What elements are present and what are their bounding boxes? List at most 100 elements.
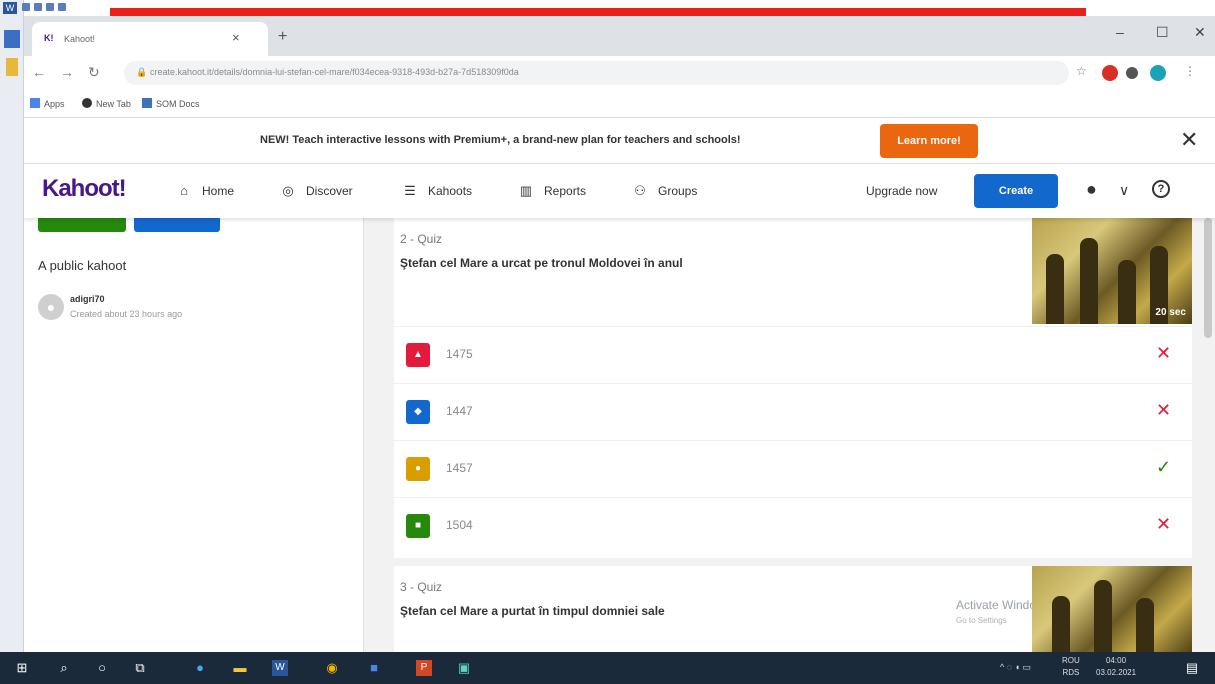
- clock[interactable]: 04:00 03.02.2021: [1096, 655, 1136, 679]
- app-icon[interactable]: ■: [366, 660, 382, 676]
- avatar[interactable]: ●: [38, 294, 64, 320]
- page-viewport: NEW! Teach interactive lessons with Prem…: [24, 118, 1215, 652]
- customize-icon[interactable]: [58, 3, 66, 11]
- banner-close-icon[interactable]: ✕: [1180, 127, 1198, 153]
- compass-icon: ◎: [282, 183, 294, 198]
- undo-icon[interactable]: [34, 3, 42, 11]
- som-icon: [142, 98, 152, 108]
- answer-row: ● 1457 ✓: [394, 440, 1192, 496]
- forward-icon[interactable]: →: [60, 64, 74, 80]
- home-icon: ⌂: [180, 183, 188, 198]
- word-window-edge: W: [0, 0, 24, 652]
- url-text: create.kahoot.it/details/domnia-lui-stef…: [150, 67, 519, 77]
- create-button[interactable]: Create: [974, 174, 1058, 208]
- window-close-icon[interactable]: ✕: [1194, 24, 1206, 41]
- answer-text: 1504: [446, 518, 473, 532]
- bookmarks-bar: Apps New Tab SOM Docs: [24, 90, 1215, 118]
- incorrect-icon: ✕: [1156, 400, 1172, 420]
- help-icon[interactable]: ?: [1152, 180, 1170, 198]
- answer-text: 1457: [446, 461, 473, 475]
- notifications-icon[interactable]: ▤: [1184, 660, 1200, 676]
- reload-icon[interactable]: ↻: [88, 64, 100, 81]
- username[interactable]: adigri70: [70, 294, 105, 304]
- bookmark-new-tab[interactable]: New Tab: [82, 98, 131, 109]
- promo-banner: NEW! Teach interactive lessons with Prem…: [24, 118, 1215, 164]
- language-indicator[interactable]: ROU RDS: [1062, 655, 1080, 679]
- user-icon[interactable]: ●: [1086, 179, 1097, 200]
- lock-icon[interactable]: 🔒: [136, 67, 147, 78]
- system-tray-icons[interactable]: ^ ◌ ◖ ▭: [1000, 662, 1031, 673]
- kahoot-details-panel: A public kahoot ● adigri70 Created about…: [24, 210, 364, 652]
- nav-home[interactable]: ⌂ Home: [176, 183, 234, 198]
- correct-check-icon: ✓: [1156, 457, 1172, 477]
- tab-close-icon[interactable]: ×: [232, 30, 240, 45]
- maximize-icon[interactable]: ☐: [1156, 24, 1169, 41]
- extension-icon-red[interactable]: [1102, 65, 1118, 81]
- answer-row: ■ 1504 ✕: [394, 497, 1192, 553]
- visibility-label: A public kahoot: [38, 258, 127, 273]
- incorrect-icon: ✕: [1156, 343, 1172, 363]
- triangle-icon: ▲: [406, 343, 430, 367]
- minimize-icon[interactable]: –: [1116, 24, 1124, 40]
- reports-chart-icon: ▥: [519, 183, 533, 198]
- list-icon: ☰: [404, 183, 416, 198]
- nav-groups[interactable]: ⚇ Groups: [632, 183, 697, 199]
- bookmark-apps[interactable]: Apps: [30, 98, 65, 109]
- circle-icon: ●: [406, 457, 430, 481]
- answer-row: ▲ 1475 ✕: [394, 326, 1192, 382]
- image-figure: [1052, 596, 1070, 652]
- back-icon[interactable]: ←: [32, 64, 46, 80]
- answer-text: 1475: [446, 347, 473, 361]
- image-figure: [1046, 254, 1064, 324]
- powerpoint-icon[interactable]: P: [416, 660, 432, 676]
- new-tab-icon[interactable]: +: [278, 28, 287, 46]
- nav-kahoots[interactable]: ☰ Kahoots: [402, 183, 472, 199]
- kahoot-favicon-icon: K!: [44, 33, 54, 43]
- word-taskbar-icon[interactable]: W: [272, 660, 288, 676]
- bookmark-star-icon[interactable]: ☆: [1076, 64, 1087, 78]
- apps-grid-icon: [30, 98, 40, 108]
- kahoot-logo[interactable]: Kahoot!: [42, 175, 127, 203]
- file-explorer-icon[interactable]: ▬: [232, 660, 248, 676]
- question-card[interactable]: 3 - Quiz Ştefan cel Mare a purtat în tim…: [394, 566, 1192, 652]
- windows-start-icon[interactable]: ⊞: [14, 660, 30, 676]
- search-icon[interactable]: ⌕: [56, 660, 72, 676]
- square-icon: ■: [406, 514, 430, 538]
- browser-menu-icon[interactable]: ⋮: [1184, 64, 1196, 78]
- browser-tab[interactable]: K! Kahoot! ×: [32, 22, 268, 56]
- question-card[interactable]: 2 - Quiz Ştefan cel Mare a urcat pe tron…: [394, 218, 1192, 558]
- learn-more-button[interactable]: Learn more!: [880, 124, 978, 158]
- save-icon[interactable]: [22, 3, 30, 11]
- tab-title: Kahoot!: [64, 34, 96, 44]
- nav-reports[interactable]: ▥ Reports: [518, 183, 586, 199]
- image-figure: [1136, 598, 1154, 652]
- question-image: 20 sec: [1032, 218, 1192, 324]
- edge-icon[interactable]: ●: [192, 660, 208, 676]
- windows-taskbar: ⊞ ⌕ ○ ⧉ ● ▬ W ◉ ■ P ▣ ^ ◌ ◖ ▭ ROU RDS 04:…: [0, 652, 1215, 684]
- upgrade-now-link[interactable]: Upgrade now: [866, 184, 937, 198]
- app-icon-2[interactable]: ▣: [456, 660, 472, 676]
- banner-message: NEW! Teach interactive lessons with Prem…: [260, 134, 741, 146]
- question-title: Ştefan cel Mare a purtat în timpul domni…: [400, 604, 665, 618]
- address-row: ← → ↻ 🔒 create.kahoot.it/details/domnia-…: [24, 56, 1215, 90]
- word-app-icon[interactable]: W: [3, 2, 17, 14]
- image-figure: [1080, 238, 1098, 324]
- cortana-icon[interactable]: ○: [94, 660, 110, 676]
- question-title: Ştefan cel Mare a urcat pe tronul Moldov…: [400, 256, 683, 270]
- page-scrollbar[interactable]: [1204, 218, 1212, 338]
- chrome-icon[interactable]: ◉: [324, 660, 340, 676]
- groups-icon: ⚇: [634, 183, 646, 198]
- created-time: Created about 23 hours ago: [70, 309, 183, 319]
- chevron-down-icon[interactable]: ∨: [1119, 182, 1129, 199]
- task-view-icon[interactable]: ⧉: [132, 660, 148, 676]
- answer-row: ◆ 1447 ✕: [394, 383, 1192, 439]
- image-figure: [1118, 260, 1136, 324]
- profile-icon[interactable]: [1150, 65, 1166, 81]
- time-limit-badge: 20 sec: [1155, 307, 1186, 318]
- nav-discover[interactable]: ◎ Discover: [280, 183, 352, 199]
- extensions-puzzle-icon[interactable]: [1126, 67, 1138, 79]
- bookmark-som-docs[interactable]: SOM Docs: [142, 98, 200, 109]
- omnibox[interactable]: 🔒 create.kahoot.it/details/domnia-lui-st…: [124, 61, 1069, 85]
- redo-icon[interactable]: [46, 3, 54, 11]
- activate-windows-subtext: Go to Settings: [956, 616, 1007, 625]
